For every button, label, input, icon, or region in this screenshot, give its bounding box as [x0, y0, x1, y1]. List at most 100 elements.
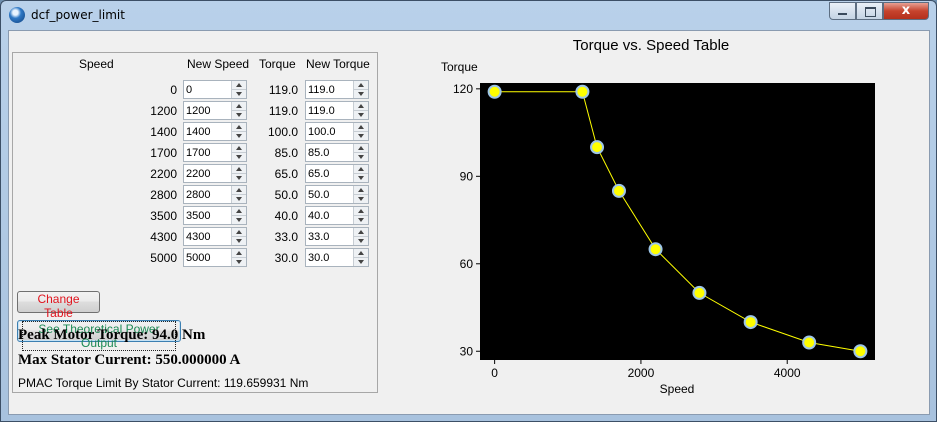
- new-speed-input[interactable]: [184, 186, 234, 203]
- new-torque-input[interactable]: [306, 144, 356, 161]
- increment-button[interactable]: [232, 249, 246, 258]
- new-speed-spinbox[interactable]: [183, 143, 247, 162]
- new-torque-spinbox[interactable]: [305, 122, 369, 141]
- increment-button[interactable]: [354, 165, 368, 174]
- decrement-button[interactable]: [354, 216, 368, 224]
- increment-button[interactable]: [354, 81, 368, 90]
- decrement-button[interactable]: [354, 258, 368, 266]
- increment-button[interactable]: [354, 249, 368, 258]
- increment-button[interactable]: [232, 144, 246, 153]
- title-bar[interactable]: dcf_power_limit x: [1, 1, 936, 30]
- new-speed-input[interactable]: [184, 165, 234, 182]
- close-button[interactable]: x: [883, 2, 929, 20]
- increment-button[interactable]: [354, 186, 368, 195]
- new-torque-spinbox[interactable]: [305, 227, 369, 246]
- arrow-up-icon: [358, 146, 364, 150]
- new-speed-stepper[interactable]: [231, 186, 246, 203]
- increment-button[interactable]: [232, 228, 246, 237]
- new-speed-stepper[interactable]: [231, 123, 246, 140]
- new-speed-stepper[interactable]: [231, 81, 246, 98]
- new-speed-input[interactable]: [184, 207, 234, 224]
- new-speed-spinbox[interactable]: [183, 101, 247, 120]
- decrement-button[interactable]: [354, 195, 368, 203]
- new-speed-input[interactable]: [184, 228, 234, 245]
- new-torque-stepper[interactable]: [353, 228, 368, 245]
- decrement-button[interactable]: [354, 132, 368, 140]
- arrow-up-icon: [236, 125, 242, 129]
- new-torque-stepper[interactable]: [353, 207, 368, 224]
- maximize-button[interactable]: [856, 2, 883, 20]
- new-torque-stepper[interactable]: [353, 123, 368, 140]
- new-speed-stepper[interactable]: [231, 207, 246, 224]
- new-speed-input[interactable]: [184, 123, 234, 140]
- new-torque-spinbox[interactable]: [305, 206, 369, 225]
- change-table-button[interactable]: Change Table: [17, 291, 100, 320]
- new-torque-input[interactable]: [306, 102, 356, 119]
- new-speed-spinbox[interactable]: [183, 227, 247, 246]
- new-torque-stepper[interactable]: [353, 165, 368, 182]
- new-speed-stepper[interactable]: [231, 144, 246, 161]
- new-speed-input[interactable]: [184, 102, 234, 119]
- new-speed-spinbox[interactable]: [183, 206, 247, 225]
- new-torque-spinbox[interactable]: [305, 248, 369, 267]
- decrement-button[interactable]: [232, 90, 246, 98]
- increment-button[interactable]: [232, 81, 246, 90]
- decrement-button[interactable]: [232, 111, 246, 119]
- decrement-button[interactable]: [232, 258, 246, 266]
- new-speed-input[interactable]: [184, 144, 234, 161]
- new-torque-spinbox[interactable]: [305, 164, 369, 183]
- increment-button[interactable]: [354, 228, 368, 237]
- increment-button[interactable]: [232, 186, 246, 195]
- new-torque-spinbox[interactable]: [305, 185, 369, 204]
- decrement-button[interactable]: [354, 153, 368, 161]
- new-speed-spinbox[interactable]: [183, 80, 247, 99]
- decrement-button[interactable]: [354, 90, 368, 98]
- new-speed-spinbox[interactable]: [183, 185, 247, 204]
- new-torque-input[interactable]: [306, 228, 356, 245]
- new-torque-stepper[interactable]: [353, 186, 368, 203]
- new-speed-stepper[interactable]: [231, 228, 246, 245]
- increment-button[interactable]: [232, 165, 246, 174]
- new-torque-stepper[interactable]: [353, 102, 368, 119]
- new-speed-stepper[interactable]: [231, 249, 246, 266]
- new-speed-spinbox[interactable]: [183, 164, 247, 183]
- new-torque-spinbox[interactable]: [305, 80, 369, 99]
- new-torque-input[interactable]: [306, 207, 356, 224]
- increment-button[interactable]: [354, 123, 368, 132]
- decrement-button[interactable]: [232, 237, 246, 245]
- increment-button[interactable]: [232, 102, 246, 111]
- new-speed-spinbox[interactable]: [183, 122, 247, 141]
- new-torque-input[interactable]: [306, 249, 356, 266]
- new-speed-stepper[interactable]: [231, 165, 246, 182]
- increment-button[interactable]: [232, 123, 246, 132]
- increment-button[interactable]: [354, 207, 368, 216]
- new-torque-stepper[interactable]: [353, 144, 368, 161]
- increment-button[interactable]: [354, 144, 368, 153]
- decrement-button[interactable]: [232, 174, 246, 182]
- new-torque-input[interactable]: [306, 81, 356, 98]
- decrement-button[interactable]: [232, 132, 246, 140]
- new-torque-spinbox[interactable]: [305, 101, 369, 120]
- decrement-button[interactable]: [354, 174, 368, 182]
- decrement-button[interactable]: [354, 237, 368, 245]
- new-speed-stepper[interactable]: [231, 102, 246, 119]
- new-speed-input[interactable]: [184, 249, 234, 266]
- decrement-button[interactable]: [232, 153, 246, 161]
- new-torque-input[interactable]: [306, 165, 356, 182]
- chart-svg: Torque vs. Speed Table Torque Speed 120 9…: [441, 37, 875, 396]
- decrement-button[interactable]: [354, 111, 368, 119]
- new-torque-input[interactable]: [306, 123, 356, 140]
- new-torque-stepper[interactable]: [353, 81, 368, 98]
- decrement-button[interactable]: [232, 216, 246, 224]
- new-torque-input[interactable]: [306, 186, 356, 203]
- new-torque-spinbox[interactable]: [305, 143, 369, 162]
- decrement-button[interactable]: [232, 195, 246, 203]
- minimize-button[interactable]: [829, 2, 856, 20]
- arrow-up-icon: [358, 209, 364, 213]
- new-speed-input[interactable]: [184, 81, 234, 98]
- arrow-down-icon: [236, 113, 242, 117]
- increment-button[interactable]: [232, 207, 246, 216]
- increment-button[interactable]: [354, 102, 368, 111]
- new-torque-stepper[interactable]: [353, 249, 368, 266]
- new-speed-spinbox[interactable]: [183, 248, 247, 267]
